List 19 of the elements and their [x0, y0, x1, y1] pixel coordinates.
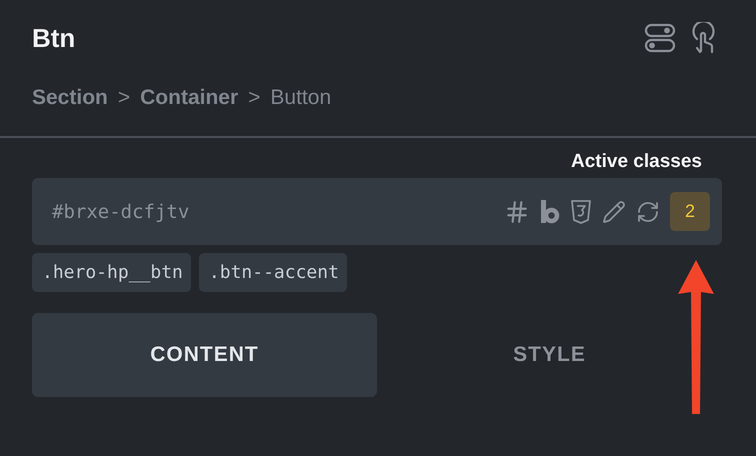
pencil-icon[interactable]	[602, 200, 626, 224]
toggles-icon[interactable]	[644, 23, 676, 53]
panel-tab[interactable]: STYLE	[377, 313, 722, 397]
id-field[interactable]: #brxe-dcfjtv 2	[32, 178, 722, 245]
breadcrumb-item[interactable]: Button	[270, 86, 332, 110]
bold-b-icon[interactable]	[540, 200, 560, 224]
breadcrumb-item[interactable]: Container	[140, 86, 238, 110]
panel-tab[interactable]: CONTENT	[32, 313, 377, 397]
breadcrumb-separator: >	[248, 86, 260, 110]
breadcrumb-item[interactable]: Section	[32, 86, 108, 110]
class-count-badge[interactable]: 2	[670, 192, 710, 231]
pointer-icon[interactable]	[690, 22, 716, 54]
refresh-icon[interactable]	[636, 200, 660, 224]
tooltip-text: Active classes	[571, 151, 702, 173]
breadcrumb-separator: >	[118, 86, 130, 110]
class-tag[interactable]: .hero-hp__btn	[32, 253, 191, 292]
css-shield-icon[interactable]	[570, 198, 592, 224]
panel-title: Btn	[32, 22, 76, 54]
class-tag[interactable]: .btn--accent	[198, 253, 347, 292]
